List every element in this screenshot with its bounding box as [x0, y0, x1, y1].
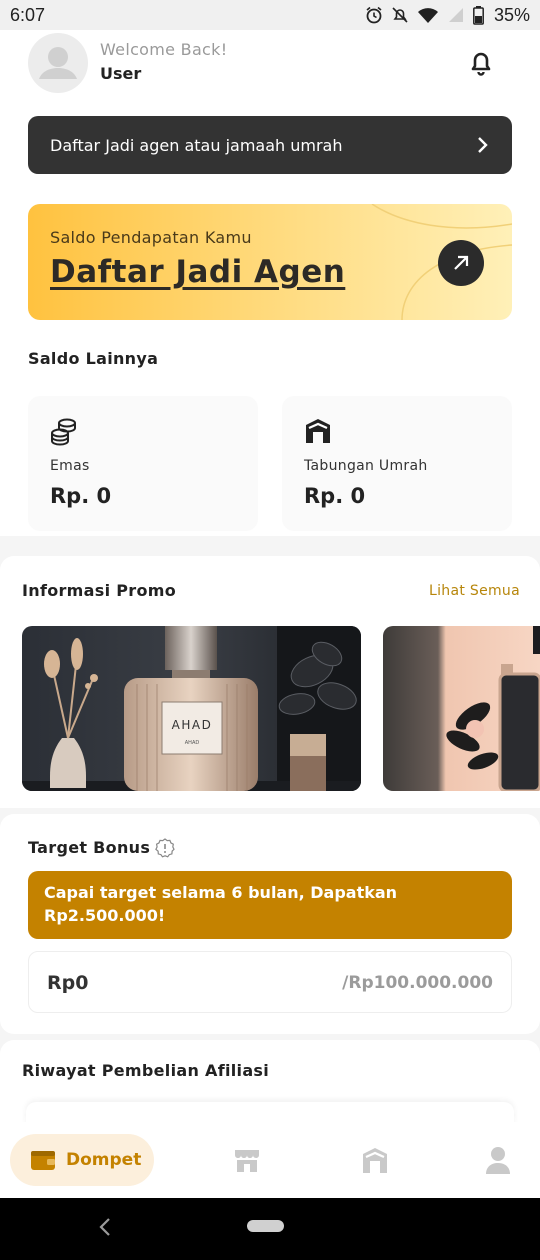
- battery-icon: [473, 5, 484, 25]
- promo-banner-second[interactable]: [383, 626, 540, 791]
- nav-wallet-tab[interactable]: Dompet: [10, 1134, 154, 1186]
- wifi-icon: [417, 8, 438, 23]
- umrah-savings-value: Rp. 0: [304, 484, 366, 508]
- status-bar: 6:07 35%: [0, 0, 540, 30]
- info-icon[interactable]: [155, 838, 175, 858]
- status-time: 6:07: [10, 4, 46, 25]
- promo-bottle-sublabel: AHAD: [185, 740, 200, 746]
- other-balance-title: Saldo Lainnya: [28, 349, 159, 368]
- bottom-nav: Dompet: [0, 1122, 540, 1198]
- target-total-value: /Rp100.000.000: [342, 973, 493, 993]
- coins-icon: [51, 418, 76, 446]
- battery-percent: 35%: [493, 4, 530, 25]
- target-bonus-banner: Capai target selama 6 bulan, Dapatkan Rp…: [28, 871, 512, 939]
- user-avatar-icon: [39, 47, 77, 79]
- alarm-icon: [366, 6, 382, 24]
- arrow-up-right-button[interactable]: [438, 240, 484, 286]
- promo-banner-perfume[interactable]: AHAD AHAD: [22, 626, 361, 791]
- earnings-title[interactable]: Daftar Jadi Agen: [50, 254, 345, 290]
- home-pill[interactable]: [247, 1220, 284, 1232]
- kaaba-nav-icon[interactable]: [361, 1146, 389, 1174]
- shop-icon[interactable]: [233, 1146, 261, 1174]
- status-icons: 35%: [365, 5, 530, 26]
- target-current-value: Rp0: [47, 972, 89, 994]
- mute-bell-icon: [392, 7, 408, 23]
- target-bonus-title: Target Bonus: [28, 838, 151, 857]
- user-name: User: [100, 64, 142, 83]
- kaaba-icon: [306, 419, 330, 443]
- promo-bottle-label: AHAD: [172, 718, 213, 732]
- wallet-icon: [31, 1151, 55, 1170]
- system-navigation-bar: [0, 1198, 540, 1260]
- signal-icon: [448, 8, 463, 22]
- gold-balance-value: Rp. 0: [50, 484, 112, 508]
- back-icon[interactable]: [98, 1216, 112, 1238]
- umrah-savings-label: Tabungan Umrah: [304, 458, 428, 474]
- nav-wallet-label: Dompet: [66, 1150, 142, 1170]
- promo-title: Informasi Promo: [22, 581, 177, 600]
- chevron-right-icon: [478, 137, 488, 153]
- avatar[interactable]: [28, 33, 88, 93]
- see-all-link[interactable]: Lihat Semua: [429, 583, 520, 599]
- umrah-savings-card[interactable]: Tabungan Umrah Rp. 0: [282, 396, 512, 531]
- register-agent-banner[interactable]: Daftar Jadi agen atau jamaah umrah: [28, 116, 512, 174]
- earnings-card[interactable]: Saldo Pendapatan Kamu Daftar Jadi Agen: [28, 204, 512, 320]
- earnings-subtitle: Saldo Pendapatan Kamu: [50, 228, 252, 247]
- affiliate-history-title: Riwayat Pembelian Afiliasi: [22, 1061, 270, 1080]
- gold-balance-label: Emas: [50, 458, 90, 474]
- register-agent-label: Daftar Jadi agen atau jamaah umrah: [50, 135, 343, 155]
- profile-icon[interactable]: [485, 1146, 511, 1174]
- notification-bell-icon[interactable]: [464, 46, 498, 80]
- target-progress-box: Rp0 /Rp100.000.000: [28, 951, 512, 1013]
- welcome-text: Welcome Back!: [100, 40, 228, 59]
- gold-balance-card[interactable]: Emas Rp. 0: [28, 396, 258, 531]
- arrow-up-right-icon: [454, 255, 469, 270]
